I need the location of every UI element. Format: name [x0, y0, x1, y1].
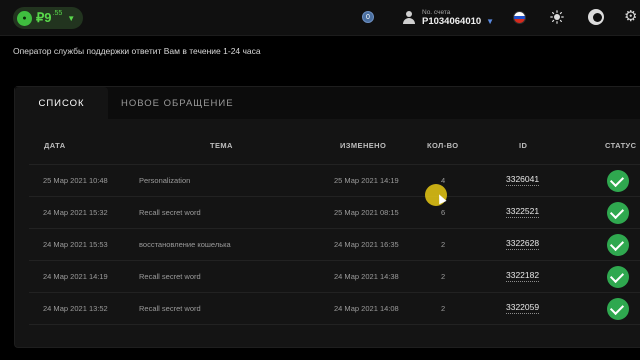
table-row[interactable]: 24 Мар 2021 14:19 Recall secret word 24 …	[29, 260, 640, 292]
gear-icon[interactable]: ⚙	[624, 9, 637, 25]
table-row[interactable]: 25 Мар 2021 10:48 Personalization 25 Мар…	[29, 164, 640, 196]
theme-toggle-icon[interactable]	[588, 9, 604, 25]
tabs: СПИСОК НОВОЕ ОБРАЩЕНИЕ	[15, 87, 640, 119]
account-menu[interactable]: No. счета P1034064010 ▼	[402, 9, 494, 27]
row-date: 24 Мар 2021 15:32	[43, 208, 108, 217]
top-bar: ● ₽9.55 ▼ 0 No. счета P1034064010 ▼ ⚙	[0, 0, 640, 36]
ticket-id-link[interactable]: 3326041	[506, 174, 540, 186]
status-check-icon	[607, 266, 629, 288]
notifications-badge[interactable]: 0	[362, 11, 374, 23]
row-topic: Recall secret word	[139, 304, 201, 313]
ticket-id-link[interactable]: 3322628	[506, 238, 540, 250]
row-changed: 24 Мар 2021 14:08	[334, 304, 399, 313]
chevron-down-icon[interactable]: ▼	[486, 17, 494, 26]
status-check-icon	[607, 234, 629, 256]
column-header-id[interactable]: ID	[519, 141, 527, 150]
row-topic: Personalization	[139, 176, 191, 185]
row-date: 25 Мар 2021 10:48	[43, 176, 108, 185]
balance-cents: .55	[52, 10, 63, 17]
row-count: 6	[441, 208, 446, 217]
row-changed: 25 Мар 2021 14:19	[334, 176, 399, 185]
row-count: 2	[441, 240, 446, 249]
row-changed: 24 Мар 2021 16:35	[334, 240, 399, 249]
row-topic: Recall secret word	[139, 272, 201, 281]
tab-list[interactable]: СПИСОК	[15, 87, 108, 119]
column-header-changed[interactable]: ИЗМЕНЕНО	[340, 141, 386, 150]
row-topic: восстановление кошелька	[139, 240, 231, 249]
table-row[interactable]: 24 Мар 2021 15:53 восстановление кошельк…	[29, 228, 640, 260]
sun-icon[interactable]	[550, 10, 564, 24]
balance-widget[interactable]: ● ₽9.55 ▼	[13, 7, 83, 29]
row-changed: 24 Мар 2021 14:38	[334, 272, 399, 281]
user-icon	[402, 11, 416, 25]
language-flag-icon[interactable]	[513, 11, 526, 24]
table-divider	[29, 324, 640, 325]
row-date: 24 Мар 2021 13:52	[43, 304, 108, 313]
account-number: P1034064010	[422, 16, 482, 27]
column-header-date[interactable]: ДАТА	[44, 141, 66, 150]
row-count: 4	[441, 176, 446, 185]
column-header-topic[interactable]: ТЕМА	[210, 141, 233, 150]
status-check-icon	[607, 170, 629, 192]
account-label: No. счета	[422, 9, 451, 16]
row-topic: Recall secret word	[139, 208, 201, 217]
tab-new-ticket[interactable]: НОВОЕ ОБРАЩЕНИЕ	[121, 87, 234, 119]
row-count: 2	[441, 304, 446, 313]
ticket-id-link[interactable]: 3322182	[506, 270, 540, 282]
tickets-panel: СПИСОК НОВОЕ ОБРАЩЕНИЕ ДАТА ТЕМА ИЗМЕНЕН…	[14, 86, 640, 348]
table-row[interactable]: 24 Мар 2021 13:52 Recall secret word 24 …	[29, 292, 640, 324]
wallet-icon: ●	[17, 10, 32, 26]
balance-amount: ₽9	[36, 10, 52, 25]
column-header-count[interactable]: КОЛ-ВО	[427, 141, 458, 150]
ticket-id-link[interactable]: 3322521	[506, 206, 540, 218]
row-count: 2	[441, 272, 446, 281]
table-row[interactable]: 24 Мар 2021 15:32 Recall secret word 25 …	[29, 196, 640, 228]
row-date: 24 Мар 2021 15:53	[43, 240, 108, 249]
row-changed: 25 Мар 2021 08:15	[334, 208, 399, 217]
column-header-status[interactable]: СТАТУС	[605, 141, 636, 150]
table-header: ДАТА ТЕМА ИЗМЕНЕНО КОЛ-ВО ID СТАТУС	[15, 141, 640, 155]
status-check-icon	[607, 298, 629, 320]
ticket-id-link[interactable]: 3322059	[506, 302, 540, 314]
support-notice: Оператор службы поддержки ответит Вам в …	[13, 46, 261, 56]
status-check-icon	[607, 202, 629, 224]
row-date: 24 Мар 2021 14:19	[43, 272, 108, 281]
chevron-down-icon[interactable]: ▼	[67, 14, 75, 23]
